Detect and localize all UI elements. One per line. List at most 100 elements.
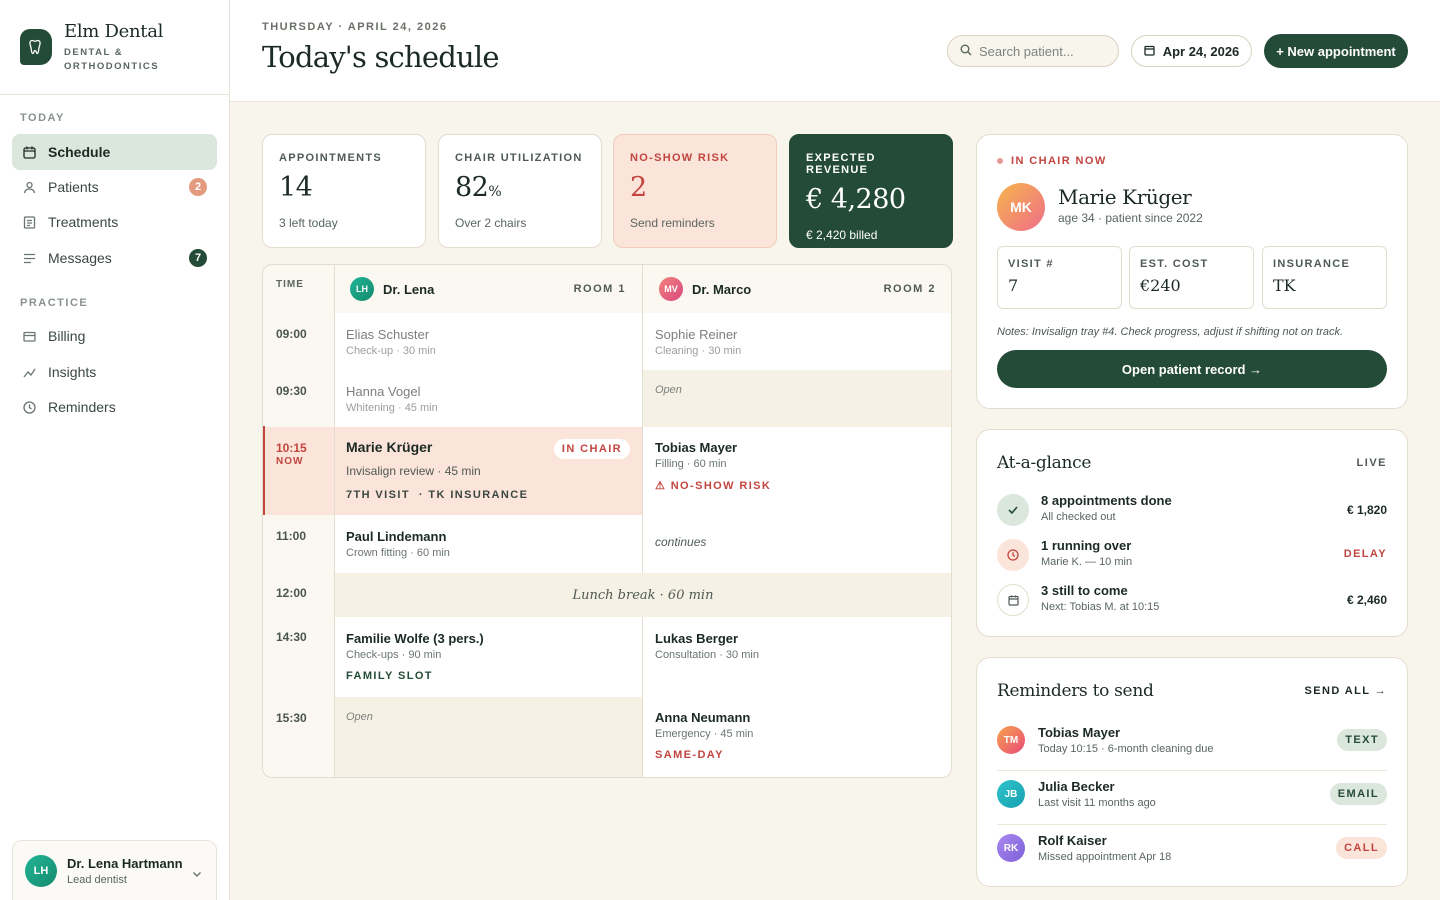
patient-name: Familie Wolfe (3 pers.) bbox=[346, 631, 484, 646]
send-all-link[interactable]: SEND ALL → bbox=[1305, 685, 1387, 697]
no-show-risk-tag: ⚠ NO-SHOW RISK bbox=[655, 480, 772, 492]
avatar: RK bbox=[997, 834, 1025, 862]
appointment-slot[interactable]: Lukas Berger Consultation · 30 min bbox=[643, 617, 951, 697]
sidebar-item-label: Messages bbox=[48, 250, 112, 266]
sidebar-item-billing[interactable]: Billing bbox=[12, 318, 217, 354]
new-appointment-button[interactable]: + New appointment bbox=[1264, 34, 1408, 68]
at-a-glance-card: At-a-glance LIVE 8 appointments done All… bbox=[976, 429, 1408, 637]
brand-subtitle-line2: ORTHODONTICS bbox=[64, 60, 160, 72]
stat-no-show-risk[interactable]: NO-SHOW RISK 2 Send reminders bbox=[613, 134, 777, 248]
patient-name: Marie Krüger bbox=[1058, 185, 1192, 209]
time-label-current: 10:15 bbox=[276, 441, 307, 455]
stat-unit: % bbox=[488, 184, 502, 200]
room-label: ROOM 1 bbox=[573, 283, 626, 295]
brand[interactable]: Elm Dental DENTAL & ORTHODONTICS bbox=[0, 0, 229, 95]
appointment-slot[interactable]: Familie Wolfe (3 pers.) Check-ups · 90 m… bbox=[334, 617, 643, 697]
column-header-dr-lena[interactable]: LH Dr. Lena ROOM 1 bbox=[335, 265, 642, 313]
brand-name: Elm Dental bbox=[64, 20, 164, 42]
mini-label: INSURANCE bbox=[1273, 258, 1351, 270]
appointment-detail: Whitening · 45 min bbox=[346, 402, 438, 414]
stat-value: 82% bbox=[455, 172, 585, 206]
sidebar-item-patients[interactable]: Patients 2 bbox=[12, 169, 217, 205]
search-input[interactable] bbox=[979, 43, 1109, 59]
open-label: Open bbox=[346, 711, 373, 723]
room-label: ROOM 2 bbox=[883, 283, 936, 295]
appointment-slot[interactable]: Tobias Mayer Filling · 60 min ⚠ NO-SHOW … bbox=[643, 427, 951, 515]
glance-value: € 1,820 bbox=[1346, 503, 1387, 517]
glance-title: 8 appointments done bbox=[1041, 493, 1172, 508]
appointment-slot[interactable]: Anna Neumann Emergency · 45 min SAME-DAY bbox=[643, 697, 951, 777]
sidebar-item-label: Schedule bbox=[48, 144, 111, 160]
patient-name: Anna Neumann bbox=[655, 710, 751, 725]
email-reminder-button[interactable]: EMAIL bbox=[1329, 783, 1387, 805]
open-patient-record-button[interactable]: Open patient record → bbox=[997, 350, 1387, 388]
user-icon bbox=[22, 180, 36, 194]
avatar: JB bbox=[997, 780, 1025, 808]
stat-label: CHAIR UTILIZATION bbox=[455, 152, 583, 164]
schedule-grid: TIME 09:00 09:30 10:15 NOW 11:00 12:00 1… bbox=[262, 264, 952, 778]
reminder-sub: Last visit 11 months ago bbox=[1038, 797, 1156, 809]
appointment-detail: Check-up · 30 min bbox=[346, 345, 436, 357]
avatar: LH bbox=[350, 277, 374, 301]
open-label: Open bbox=[655, 384, 682, 396]
user-name: Dr. Lena Hartmann bbox=[67, 855, 183, 871]
in-chair-label-row: IN CHAIR NOW bbox=[997, 155, 1107, 167]
brand-subtitle-line1: DENTAL & bbox=[64, 46, 124, 58]
reminder-row[interactable]: RK Rolf Kaiser Missed appointment Apr 18… bbox=[997, 825, 1387, 879]
glance-row-done: 8 appointments done All checked out € 1,… bbox=[997, 493, 1387, 527]
glance-sub: Marie K. — 10 min bbox=[1041, 556, 1133, 568]
search-icon bbox=[960, 44, 972, 59]
sidebar-item-schedule[interactable]: Schedule bbox=[12, 134, 217, 170]
mini-label: EST. COST bbox=[1140, 258, 1209, 270]
live-label: LIVE bbox=[1356, 457, 1387, 469]
stat-expected-revenue: EXPECTED REVENUE € 4,280 € 2,420 billed bbox=[789, 134, 953, 248]
family-slot-tag: FAMILY SLOT bbox=[346, 670, 433, 682]
sidebar-item-insights[interactable]: Insights bbox=[12, 354, 217, 390]
sidebar-item-label: Billing bbox=[48, 328, 86, 344]
in-chair-card: IN CHAIR NOW MK Marie Krüger age 34 · pa… bbox=[976, 134, 1408, 409]
calendar-icon bbox=[997, 584, 1029, 616]
appointment-slot[interactable]: Elias Schuster Check-up · 30 min bbox=[334, 313, 643, 370]
appointment-tags: 7TH VISIT · TK INSURANCE bbox=[346, 489, 631, 501]
text-reminder-button[interactable]: TEXT bbox=[1337, 729, 1387, 751]
stat-label: NO-SHOW RISK bbox=[630, 152, 730, 164]
date-picker-button[interactable]: Apr 24, 2026 bbox=[1131, 35, 1252, 67]
sidebar-item-treatments[interactable]: Treatments bbox=[12, 204, 217, 240]
chevron-down-icon[interactable] bbox=[192, 865, 202, 883]
patient-search[interactable] bbox=[947, 35, 1119, 67]
reminders-title: Reminders to send bbox=[997, 681, 1154, 701]
avatar: LH bbox=[25, 854, 57, 887]
reminder-row[interactable]: TM Tobias Mayer Today 10:15 · 6-month cl… bbox=[997, 717, 1387, 771]
open-slot[interactable]: Open bbox=[334, 697, 643, 777]
patient-notes: Notes: Invisalign tray #4. Check progres… bbox=[997, 326, 1344, 338]
user-profile-card[interactable]: LH Dr. Lena Hartmann Lead dentist bbox=[12, 840, 217, 900]
call-reminder-button[interactable]: CALL bbox=[1336, 837, 1387, 859]
top-header: THURSDAY · APRIL 24, 2026 Today's schedu… bbox=[230, 0, 1440, 102]
est-cost-box: EST. COST €240 bbox=[1129, 246, 1254, 309]
reminder-sub: Missed appointment Apr 18 bbox=[1038, 851, 1172, 863]
stat-label: APPOINTMENTS bbox=[279, 152, 382, 164]
patient-name: Hanna Vogel bbox=[346, 384, 421, 399]
delay-label: DELAY bbox=[1343, 548, 1387, 560]
sidebar-item-reminders[interactable]: Reminders bbox=[12, 389, 217, 425]
sidebar-item-label: Insights bbox=[48, 364, 97, 380]
open-slot[interactable]: Open bbox=[643, 370, 951, 427]
column-header-dr-marco[interactable]: MV Dr. Marco ROOM 2 bbox=[644, 265, 951, 313]
in-chair-badge: IN CHAIR bbox=[553, 439, 630, 459]
appointment-slot-in-chair[interactable]: Marie Krüger Invisalign review · 45 min … bbox=[334, 427, 643, 515]
reminder-name: Rolf Kaiser bbox=[1038, 833, 1107, 848]
sidebar-item-label: Patients bbox=[48, 179, 99, 195]
time-label: 09:30 bbox=[276, 384, 307, 398]
sidebar: Elm Dental DENTAL & ORTHODONTICS TODAY S… bbox=[0, 0, 230, 900]
appointment-slot[interactable]: Paul Lindemann Crown fitting · 60 min bbox=[334, 515, 643, 573]
sidebar-item-messages[interactable]: Messages 7 bbox=[12, 240, 217, 276]
appointment-slot[interactable]: Sophie Reiner Cleaning · 30 min bbox=[643, 313, 951, 370]
brand-subtitle: DENTAL & ORTHODONTICS bbox=[64, 46, 163, 74]
reminder-row[interactable]: JB Julia Becker Last visit 11 months ago… bbox=[997, 771, 1387, 825]
appointment-slot[interactable]: Hanna Vogel Whitening · 45 min bbox=[334, 370, 643, 427]
avatar: MK bbox=[997, 183, 1045, 231]
visit-number-box: VISIT # 7 bbox=[997, 246, 1122, 309]
continuation-slot: continues bbox=[643, 515, 951, 573]
glance-title: 1 running over bbox=[1041, 538, 1132, 553]
stat-number: 2 bbox=[630, 172, 647, 203]
